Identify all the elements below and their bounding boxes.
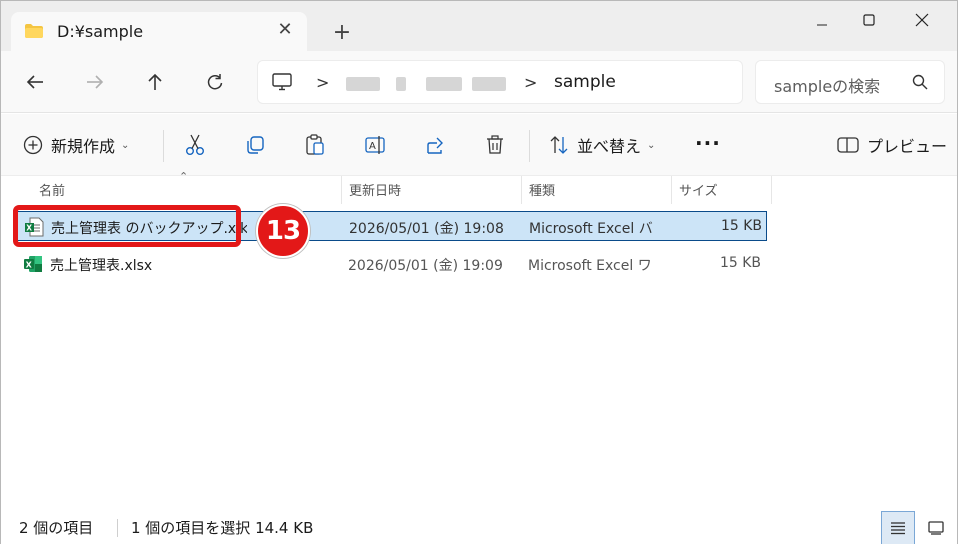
clipboard-icon bbox=[306, 134, 324, 155]
sort-ascending-icon: ⌃ bbox=[179, 170, 189, 183]
file-modified: 2026/05/01 (金) 19:09 bbox=[348, 258, 503, 274]
redacted-breadcrumb bbox=[472, 77, 506, 91]
selection-info: 1 個の項目を選択 14.4 KB bbox=[131, 519, 314, 537]
file-explorer-window: D:¥sample ✕ + > > sample sampleの検索 新規作成 … bbox=[0, 0, 958, 544]
share-icon bbox=[427, 137, 443, 154]
redacted-breadcrumb bbox=[396, 77, 406, 91]
divider bbox=[529, 130, 530, 162]
preview-label: プレビュー bbox=[867, 137, 948, 156]
annotation-highlight-box bbox=[13, 205, 241, 247]
tiles-view-icon bbox=[928, 521, 944, 535]
breadcrumb-current[interactable]: sample bbox=[554, 72, 616, 92]
item-count: 2 個の項目 bbox=[19, 519, 94, 537]
svg-text:A: A bbox=[369, 141, 376, 152]
arrow-left-icon bbox=[26, 75, 43, 89]
command-bar: 新規作成 ⌄ A 並べ替え ⌄ ··· プレビュー bbox=[1, 114, 957, 176]
more-options-button[interactable]: ··· bbox=[695, 128, 721, 158]
new-button-label: 新規作成 bbox=[51, 137, 116, 156]
rename-button[interactable]: A bbox=[365, 130, 387, 160]
column-header-size[interactable]: サイズ bbox=[679, 180, 718, 199]
tiles-view-button[interactable] bbox=[919, 511, 953, 544]
sort-button[interactable]: 並べ替え ⌄ bbox=[549, 130, 655, 160]
column-divider[interactable] bbox=[521, 176, 522, 204]
trash-icon bbox=[487, 135, 503, 154]
search-box[interactable]: sampleの検索 bbox=[755, 60, 945, 104]
cut-button[interactable] bbox=[185, 130, 205, 160]
file-modified: 2026/05/01 (金) 19:08 bbox=[349, 221, 504, 237]
excel-file-icon: X bbox=[24, 256, 42, 272]
file-size: 15 KB bbox=[719, 255, 761, 271]
scissors-icon bbox=[186, 134, 204, 155]
chevron-down-icon: ⌄ bbox=[647, 139, 656, 151]
new-tab-button[interactable]: + bbox=[327, 20, 357, 46]
status-bar: 2 個の項目 1 個の項目を選択 14.4 KB bbox=[1, 509, 957, 544]
arrow-right-icon bbox=[87, 75, 104, 89]
navigation-bar: > > sample sampleの検索 bbox=[1, 51, 957, 113]
close-icon bbox=[915, 13, 929, 27]
title-bar: D:¥sample ✕ + bbox=[1, 1, 957, 52]
folder-icon bbox=[25, 24, 43, 38]
column-divider[interactable] bbox=[341, 176, 342, 204]
details-view-button[interactable] bbox=[881, 511, 915, 544]
address-bar[interactable]: > > sample bbox=[257, 60, 743, 104]
close-button[interactable] bbox=[899, 5, 945, 35]
refresh-button[interactable] bbox=[199, 66, 231, 98]
tab-sample[interactable]: D:¥sample ✕ bbox=[11, 12, 307, 52]
column-header-row: ⌃ 名前 更新日時 種類 サイズ bbox=[1, 170, 957, 206]
forward-button[interactable] bbox=[79, 66, 111, 98]
breadcrumb-chevron-icon[interactable]: > bbox=[316, 73, 329, 92]
svg-text:X: X bbox=[26, 261, 33, 270]
share-button[interactable] bbox=[425, 130, 445, 160]
more-icon: ··· bbox=[695, 131, 721, 155]
divider bbox=[163, 130, 164, 162]
tab-close-icon[interactable]: ✕ bbox=[273, 18, 297, 42]
breadcrumb-chevron-icon[interactable]: > bbox=[524, 73, 537, 92]
search-icon bbox=[912, 74, 928, 90]
paste-button[interactable] bbox=[305, 130, 325, 160]
minimize-icon bbox=[817, 24, 827, 26]
details-view-icon bbox=[891, 522, 905, 535]
step-number: 13 bbox=[265, 216, 301, 246]
divider bbox=[117, 519, 118, 537]
file-type: Microsoft Excel ワ bbox=[528, 258, 652, 274]
maximize-button[interactable] bbox=[846, 5, 892, 35]
search-input[interactable]: sampleの検索 bbox=[774, 73, 892, 97]
file-name: 売上管理表.xlsx bbox=[50, 258, 153, 274]
rename-icon: A bbox=[365, 136, 385, 154]
back-button[interactable] bbox=[19, 66, 51, 98]
column-header-type[interactable]: 種類 bbox=[529, 180, 555, 199]
column-header-name[interactable]: 名前 bbox=[39, 180, 65, 199]
file-type: Microsoft Excel バ bbox=[529, 221, 653, 237]
up-button[interactable] bbox=[139, 66, 171, 98]
computer-icon bbox=[272, 73, 292, 91]
arrow-up-icon bbox=[148, 73, 162, 90]
tab-title: D:¥sample bbox=[57, 22, 144, 41]
redacted-breadcrumb bbox=[346, 77, 380, 91]
copy-icon bbox=[247, 136, 264, 154]
column-divider[interactable] bbox=[671, 176, 672, 204]
preview-pane-icon bbox=[837, 137, 859, 153]
delete-button[interactable] bbox=[485, 130, 505, 160]
new-button[interactable]: 新規作成 ⌄ bbox=[23, 130, 129, 160]
sort-button-label: 並べ替え bbox=[577, 137, 642, 156]
file-size: 15 KB bbox=[720, 218, 762, 234]
chevron-down-icon: ⌄ bbox=[121, 139, 130, 151]
column-divider[interactable] bbox=[771, 176, 772, 204]
sort-icon bbox=[550, 136, 568, 154]
maximize-icon bbox=[863, 14, 875, 26]
preview-pane-button[interactable]: プレビュー bbox=[837, 130, 947, 160]
file-row[interactable]: X 売上管理表.xlsx 2026/05/01 (金) 19:09 Micros… bbox=[17, 249, 767, 279]
copy-button[interactable] bbox=[245, 130, 265, 160]
redacted-breadcrumb bbox=[426, 77, 462, 91]
column-header-modified[interactable]: 更新日時 bbox=[349, 180, 401, 199]
minimize-button[interactable] bbox=[799, 5, 845, 35]
refresh-icon bbox=[207, 74, 223, 90]
annotation-step-badge: 13 bbox=[256, 204, 310, 258]
plus-circle-icon bbox=[23, 135, 43, 155]
